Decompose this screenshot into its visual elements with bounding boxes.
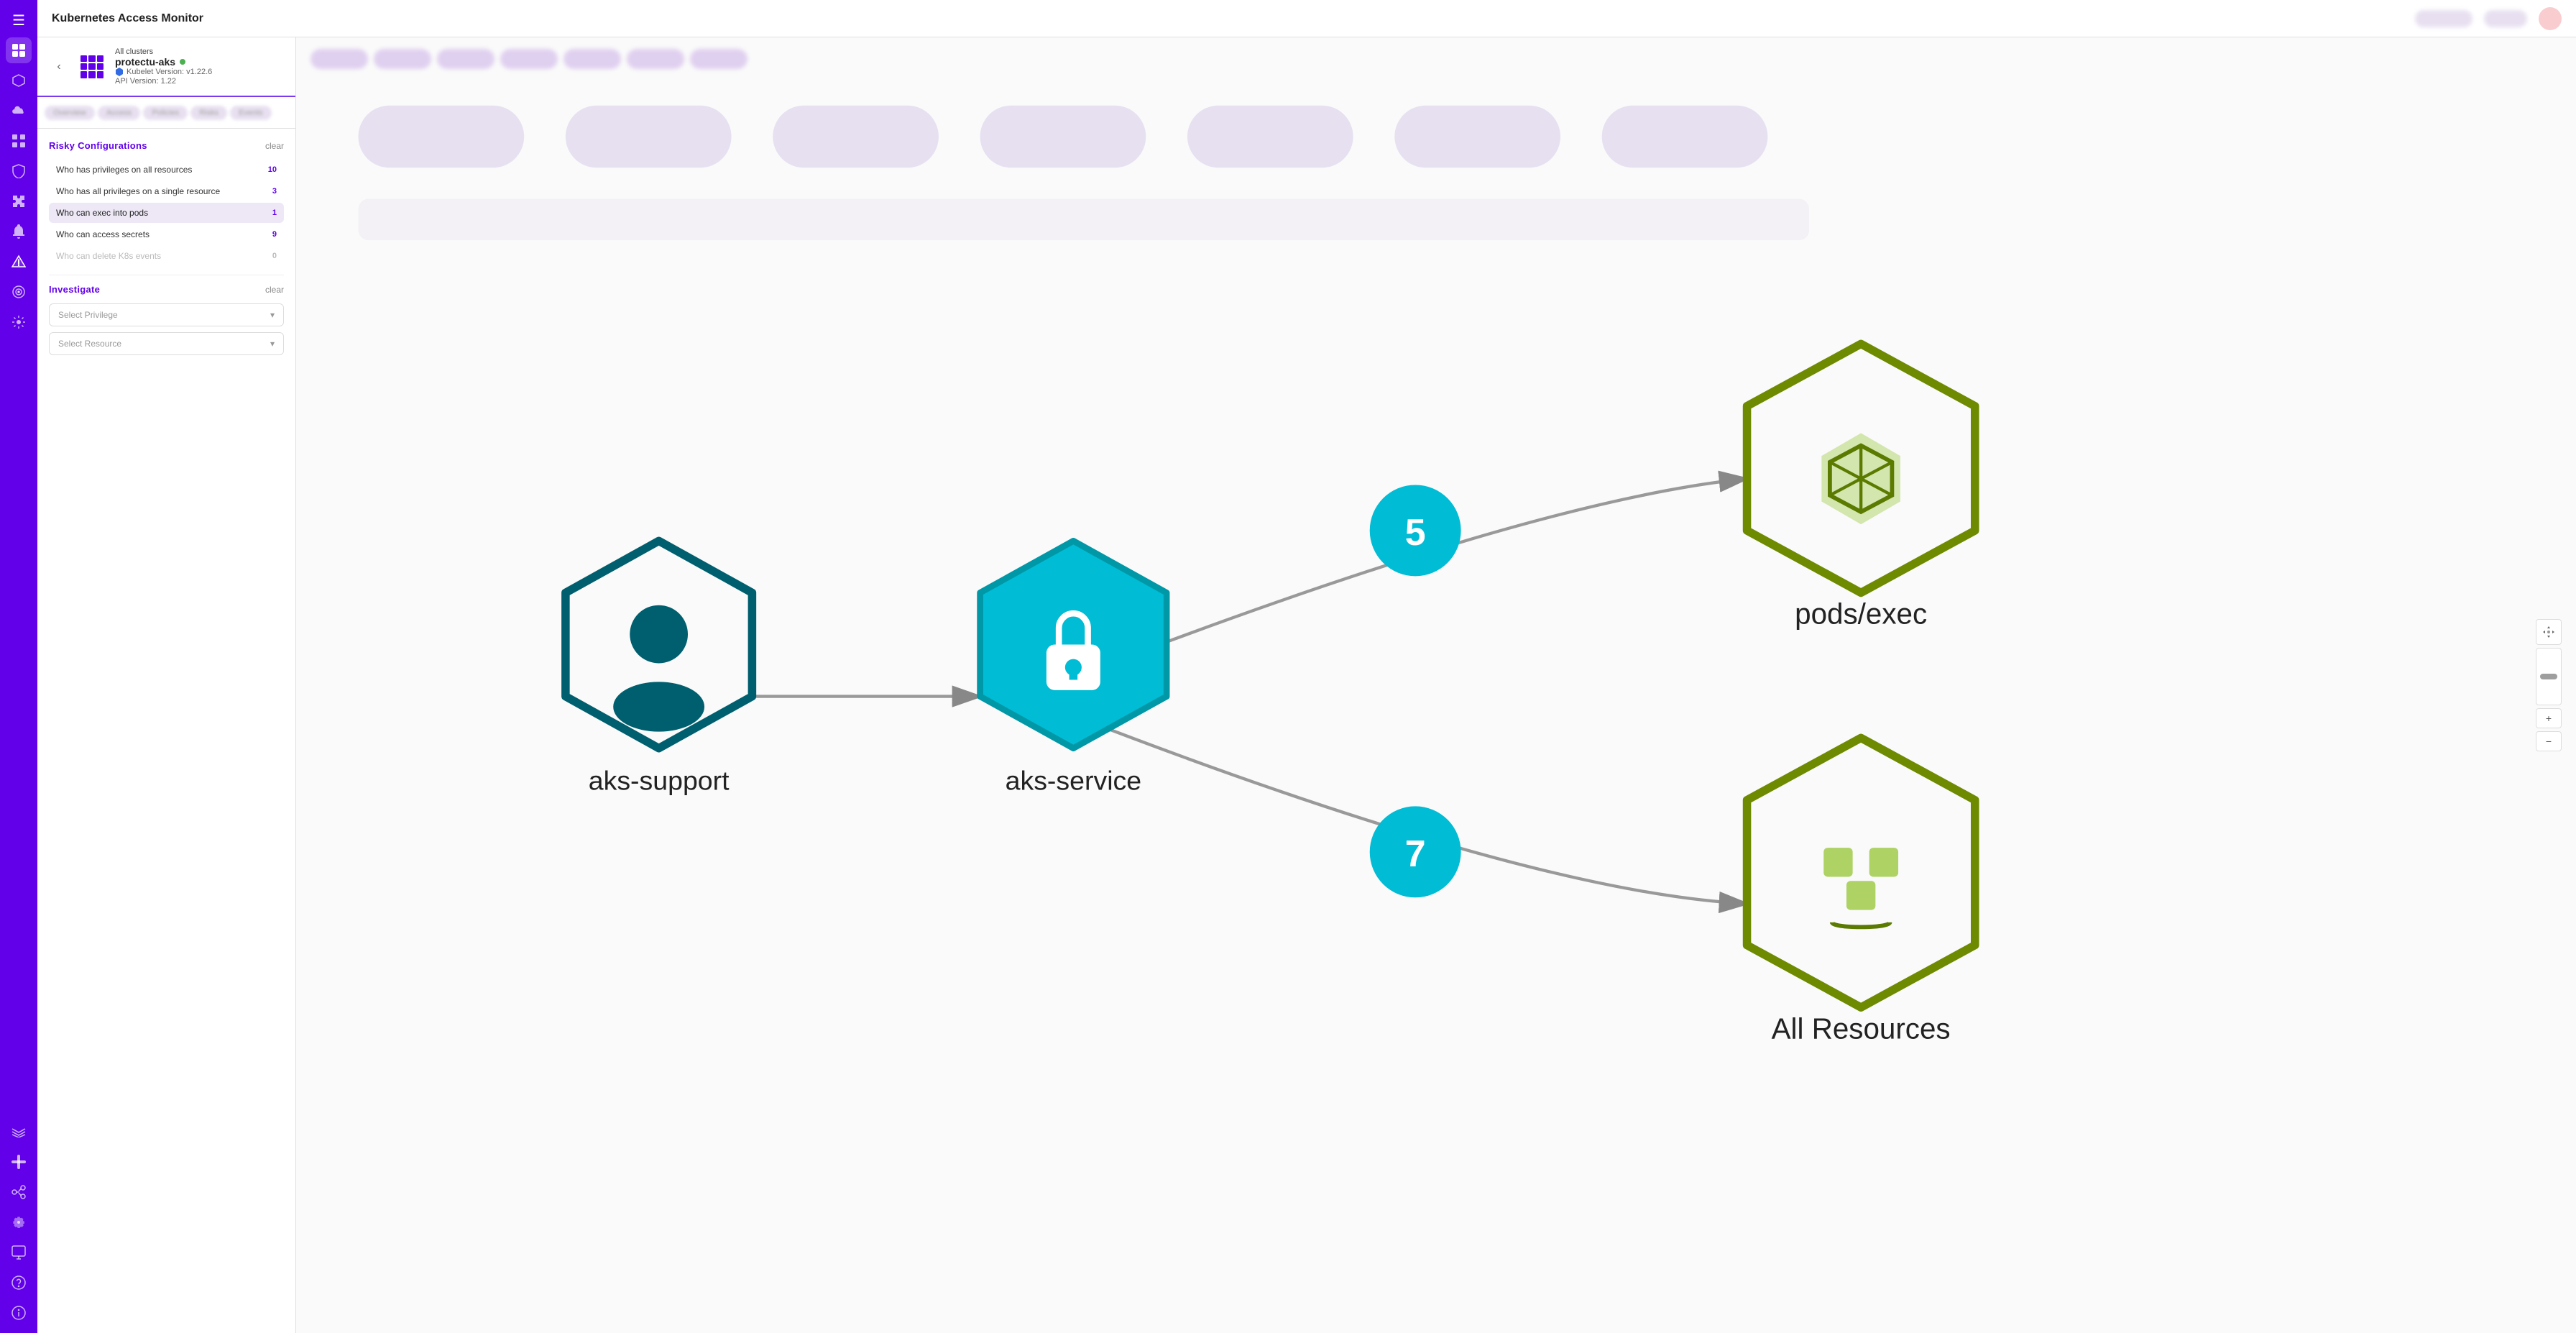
tabs-bar: Overview Access Policies Risks Events — [37, 97, 295, 129]
app-title: Kubernetes Access Monitor — [52, 12, 203, 25]
sidebar-icon-cloud[interactable] — [6, 98, 32, 124]
sidebar-menu-icon[interactable]: ☰ — [6, 7, 32, 33]
back-arrow-button[interactable]: ‹ — [49, 57, 69, 77]
svg-text:5: 5 — [1405, 511, 1426, 553]
svg-text:7: 7 — [1405, 833, 1426, 874]
panel-content: Risky Configurations clear Who has privi… — [37, 129, 295, 1333]
sidebar-icon-dashboard[interactable] — [6, 37, 32, 63]
svg-text:All Resources: All Resources — [1772, 1012, 1951, 1045]
cluster-grid-icon — [78, 52, 106, 81]
sidebar-icon-vm[interactable] — [6, 1240, 32, 1265]
risk-item-single-resource-badge: 3 — [262, 187, 277, 196]
left-panel: ‹ All clusters protectu-aks Ku — [37, 37, 296, 1333]
risk-item-all-resources-badge: 10 — [262, 165, 277, 174]
sidebar-icon-monitor[interactable] — [6, 68, 32, 93]
resource-chevron-icon: ▾ — [270, 339, 275, 349]
risk-item-exec-pods[interactable]: Who can exec into pods 1 — [49, 203, 284, 223]
risk-item-all-resources[interactable]: Who has privileges on all resources 10 — [49, 160, 284, 180]
sidebar: ☰ — [0, 0, 37, 1333]
header-user-avatar[interactable] — [2539, 7, 2562, 30]
sidebar-icon-grid[interactable] — [6, 128, 32, 154]
cluster-meta: Kubelet Version: v1.22.6 API Version: 1.… — [115, 68, 212, 86]
cluster-kubelet: Kubelet Version: v1.22.6 — [115, 68, 212, 76]
sidebar-icon-connect[interactable] — [6, 1179, 32, 1205]
risk-item-exec-pods-badge: 1 — [262, 209, 277, 217]
investigate-clear[interactable]: clear — [265, 285, 284, 295]
risky-configs-header: Risky Configurations clear — [49, 140, 284, 151]
tab-pill-2[interactable]: Access — [98, 106, 140, 120]
risk-item-delete-k8s: Who can delete K8s events 0 — [49, 246, 284, 266]
zoom-controls: + − — [2536, 619, 2562, 751]
risk-item-delete-k8s-badge: 0 — [262, 252, 277, 260]
zoom-minus-button[interactable]: − — [2536, 731, 2562, 751]
graph-nav-pill-6[interactable] — [627, 49, 684, 69]
tab-pill-1[interactable]: Overview — [45, 106, 95, 120]
sidebar-icon-link[interactable] — [6, 1149, 32, 1175]
sidebar-icon-puzzle[interactable] — [6, 188, 32, 214]
privilege-placeholder: Select Privilege — [58, 310, 118, 320]
sidebar-icon-ai[interactable] — [6, 309, 32, 335]
risk-item-exec-pods-label: Who can exec into pods — [56, 208, 148, 218]
tab-pill-5[interactable]: Events — [230, 106, 272, 120]
header: Kubernetes Access Monitor — [37, 0, 2576, 37]
cluster-info: All clusters protectu-aks Kubelet Versio… — [115, 47, 212, 86]
svg-text:aks-service: aks-service — [1006, 765, 1141, 795]
tab-pill-4[interactable]: Risks — [190, 106, 227, 120]
privilege-chevron-icon: ▾ — [270, 310, 275, 320]
sidebar-icon-shield[interactable] — [6, 158, 32, 184]
sidebar-icon-settings[interactable] — [6, 1209, 32, 1235]
graph-top-nav — [296, 37, 2576, 81]
sidebar-icon-target[interactable] — [6, 279, 32, 305]
all-clusters-label: All clusters — [115, 47, 212, 56]
privilege-select[interactable]: Select Privilege ▾ — [49, 303, 284, 326]
risk-item-single-resource-label: Who has all privileges on a single resou… — [56, 186, 220, 196]
graph-nav-pill-7[interactable] — [690, 49, 748, 69]
resource-placeholder: Select Resource — [58, 339, 121, 349]
graph-area: 5 7 pods/exec — [296, 37, 2576, 1333]
risky-configs-title: Risky Configurations — [49, 140, 147, 151]
content-area: ‹ All clusters protectu-aks Ku — [37, 37, 2576, 1333]
risky-configs-clear[interactable]: clear — [265, 141, 284, 151]
cluster-status-dot — [180, 59, 185, 65]
graph-nav-pill-2[interactable] — [374, 49, 431, 69]
risk-item-secrets[interactable]: Who can access secrets 9 — [49, 224, 284, 244]
graph-nav-pill-1[interactable] — [310, 49, 368, 69]
sidebar-icon-bell[interactable] — [6, 219, 32, 244]
risk-item-delete-k8s-label: Who can delete K8s events — [56, 251, 161, 261]
sidebar-icon-info[interactable] — [6, 1300, 32, 1326]
svg-text:pods/exec: pods/exec — [1795, 597, 1927, 631]
zoom-plus-button[interactable]: + — [2536, 708, 2562, 728]
graph-nav-pill-4[interactable] — [500, 49, 558, 69]
risky-configs-section: Risky Configurations clear Who has privi… — [49, 140, 284, 266]
investigate-header: Investigate clear — [49, 284, 284, 295]
risk-item-single-resource[interactable]: Who has all privileges on a single resou… — [49, 181, 284, 201]
risk-item-secrets-label: Who can access secrets — [56, 229, 150, 239]
tab-pill-3[interactable]: Policies — [143, 106, 188, 120]
sidebar-icon-help[interactable] — [6, 1270, 32, 1296]
graph-nav-pill-5[interactable] — [564, 49, 621, 69]
cluster-header: ‹ All clusters protectu-aks Ku — [37, 37, 295, 97]
svg-text:aks-support: aks-support — [589, 765, 730, 795]
zoom-slider[interactable] — [2536, 648, 2562, 705]
resource-select[interactable]: Select Resource ▾ — [49, 332, 284, 355]
graph-nav-pill-3[interactable] — [437, 49, 494, 69]
user-pill[interactable] — [2415, 10, 2472, 27]
investigate-title: Investigate — [49, 284, 100, 295]
risk-item-secrets-badge: 9 — [262, 230, 277, 239]
zoom-pan-control[interactable] — [2536, 619, 2562, 645]
user-pill-2[interactable] — [2484, 10, 2527, 27]
cluster-name: protectu-aks — [115, 56, 212, 68]
investigate-section: Investigate clear Select Privilege ▾ Sel… — [49, 284, 284, 355]
sidebar-icon-alert[interactable] — [6, 249, 32, 275]
risk-item-all-resources-label: Who has privileges on all resources — [56, 165, 192, 175]
zoom-slider-thumb[interactable] — [2540, 674, 2557, 679]
graph-svg: 5 7 pods/exec — [296, 81, 2576, 1333]
main-content: Kubernetes Access Monitor ‹ All clusters… — [37, 0, 2576, 1333]
sidebar-icon-layers[interactable] — [6, 1119, 32, 1145]
